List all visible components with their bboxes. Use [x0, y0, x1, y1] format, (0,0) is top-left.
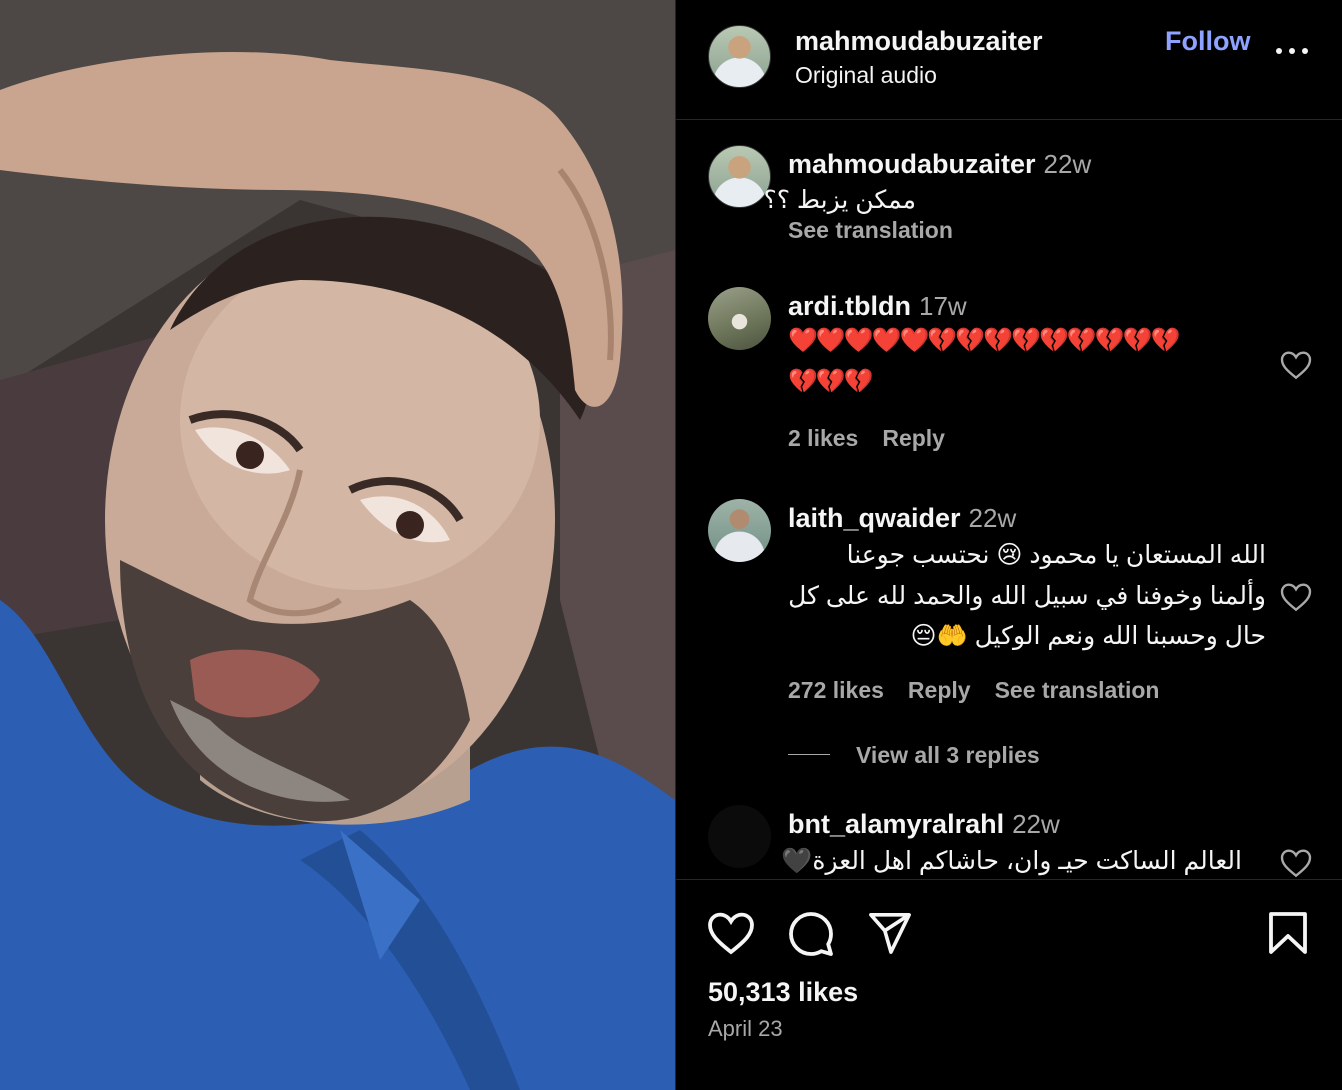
author-username[interactable]: mahmoudabuzaiter — [795, 26, 1043, 57]
post-panel: mahmoudabuzaiter Original audio Follow m… — [676, 0, 1342, 1090]
heart-icon[interactable] — [707, 911, 755, 955]
comment-timestamp: 17w — [919, 291, 967, 321]
share-icon[interactable] — [867, 911, 913, 955]
comment-avatar[interactable] — [708, 145, 771, 208]
follow-button[interactable]: Follow — [1165, 26, 1250, 57]
comment-avatar[interactable] — [708, 287, 771, 350]
heart-icon[interactable] — [1280, 848, 1312, 878]
bookmark-icon[interactable] — [1268, 911, 1308, 955]
comment-timestamp: 22w — [1043, 149, 1092, 179]
comment-avatar[interactable] — [708, 499, 771, 562]
more-icon[interactable] — [1272, 40, 1312, 60]
comment-avatar[interactable] — [708, 805, 771, 868]
reply-button[interactable]: Reply — [882, 425, 945, 451]
video-frame-illustration — [0, 0, 675, 1090]
see-translation-link[interactable]: See translation — [995, 677, 1160, 703]
comment-text-line-2: 💔💔💔 — [788, 368, 874, 395]
replies-divider — [788, 754, 830, 755]
comment-text: العالم الساكت حيـ وان، حاشاكم اهل العزة🖤 — [781, 847, 1242, 875]
reply-button[interactable]: Reply — [908, 677, 971, 703]
comment-text-line-1: ❤️❤️❤️❤️❤️💔💔💔💔💔💔💔💔💔 — [788, 327, 1180, 354]
comment-likes[interactable]: 272 likes — [788, 677, 884, 703]
post-media-video[interactable] — [0, 0, 675, 1090]
post-date: April 23 — [708, 1016, 783, 1041]
comment-text-line-1: الله المستعان يا محمود 😢 نحتسب جوعنا — [846, 541, 1266, 569]
view-replies-button[interactable]: View all 3 replies — [856, 742, 1040, 769]
comment-text-line-2: وألمنا وخوفنا في سبيل الله والحمد لله عل… — [788, 582, 1266, 610]
audio-label[interactable]: Original audio — [795, 62, 937, 89]
comment-timestamp: 22w — [1012, 809, 1060, 839]
comment-username[interactable]: ardi.tbldn — [788, 291, 911, 321]
author-avatar[interactable] — [708, 25, 771, 88]
heart-icon[interactable] — [1280, 582, 1312, 612]
comment-text-line-3: حال وحسبنا الله ونعم الوكيل 🤲😔 — [910, 622, 1266, 650]
comment-username[interactable]: bnt_alamyralrahl — [788, 809, 1004, 839]
comment-timestamp: 22w — [968, 503, 1017, 533]
comments-list[interactable]: mahmoudabuzaiter 22w ممكن يزبط ؟؟ See tra… — [676, 121, 1342, 879]
comment-text: ممكن يزبط ؟؟ — [763, 186, 916, 214]
comment-likes[interactable]: 2 likes — [788, 425, 858, 451]
see-translation-link[interactable]: See translation — [788, 217, 953, 244]
post-header: mahmoudabuzaiter Original audio Follow — [676, 0, 1342, 120]
likes-count[interactable]: 50,313 likes — [708, 977, 858, 1008]
comment-icon[interactable] — [787, 911, 835, 957]
heart-icon[interactable] — [1280, 350, 1312, 380]
comment-username[interactable]: mahmoudabuzaiter — [788, 149, 1036, 179]
comment-username[interactable]: laith_qwaider — [788, 503, 961, 533]
